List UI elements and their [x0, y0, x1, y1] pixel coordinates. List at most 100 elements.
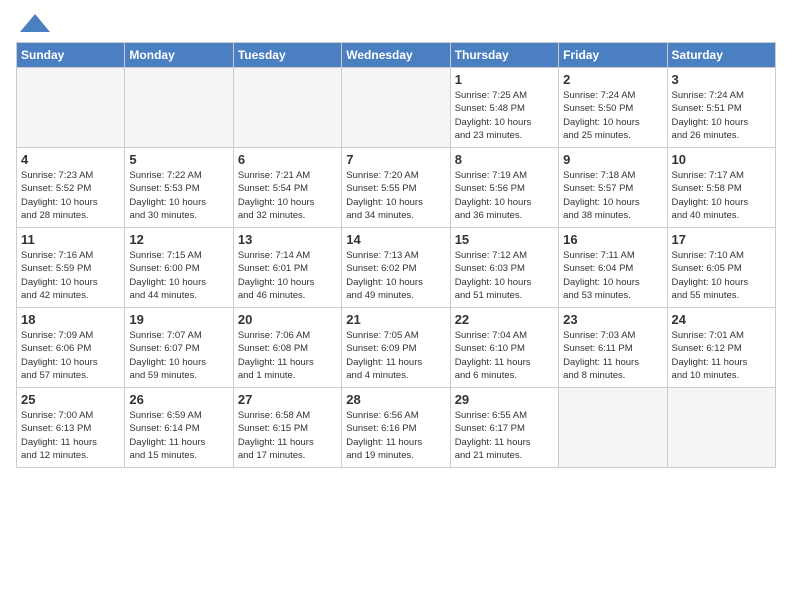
- day-number: 27: [238, 392, 337, 407]
- day-info: Sunrise: 7:06 AM Sunset: 6:08 PM Dayligh…: [238, 329, 337, 382]
- day-info: Sunrise: 6:59 AM Sunset: 6:14 PM Dayligh…: [129, 409, 228, 462]
- day-number: 17: [672, 232, 771, 247]
- calendar-header-row: SundayMondayTuesdayWednesdayThursdayFrid…: [17, 43, 776, 68]
- calendar-cell: [233, 68, 341, 148]
- calendar-cell: 19 Sunrise: 7:07 AM Sunset: 6:07 PM Dayli…: [125, 308, 233, 388]
- day-number: 28: [346, 392, 445, 407]
- day-number: 14: [346, 232, 445, 247]
- day-info: Sunrise: 7:18 AM Sunset: 5:57 PM Dayligh…: [563, 169, 662, 222]
- calendar-week-row: 18 Sunrise: 7:09 AM Sunset: 6:06 PM Dayli…: [17, 308, 776, 388]
- calendar-cell: 25 Sunrise: 7:00 AM Sunset: 6:13 PM Dayli…: [17, 388, 125, 468]
- day-number: 15: [455, 232, 554, 247]
- day-info: Sunrise: 7:19 AM Sunset: 5:56 PM Dayligh…: [455, 169, 554, 222]
- day-info: Sunrise: 6:55 AM Sunset: 6:17 PM Dayligh…: [455, 409, 554, 462]
- day-info: Sunrise: 7:00 AM Sunset: 6:13 PM Dayligh…: [21, 409, 120, 462]
- calendar-cell: 24 Sunrise: 7:01 AM Sunset: 6:12 PM Dayli…: [667, 308, 775, 388]
- calendar-cell: 2 Sunrise: 7:24 AM Sunset: 5:50 PM Daylig…: [559, 68, 667, 148]
- logo-icon: [20, 14, 50, 32]
- day-number: 16: [563, 232, 662, 247]
- header-day-thursday: Thursday: [450, 43, 558, 68]
- day-info: Sunrise: 7:05 AM Sunset: 6:09 PM Dayligh…: [346, 329, 445, 382]
- day-number: 12: [129, 232, 228, 247]
- day-number: 5: [129, 152, 228, 167]
- day-number: 21: [346, 312, 445, 327]
- day-number: 25: [21, 392, 120, 407]
- calendar-cell: 4 Sunrise: 7:23 AM Sunset: 5:52 PM Daylig…: [17, 148, 125, 228]
- day-number: 29: [455, 392, 554, 407]
- calendar-cell: 3 Sunrise: 7:24 AM Sunset: 5:51 PM Daylig…: [667, 68, 775, 148]
- calendar-cell: 1Sunrise: 7:25 AM Sunset: 5:48 PM Daylig…: [450, 68, 558, 148]
- calendar-week-row: 4 Sunrise: 7:23 AM Sunset: 5:52 PM Daylig…: [17, 148, 776, 228]
- day-number: 1: [455, 72, 554, 87]
- calendar-cell: 27 Sunrise: 6:58 AM Sunset: 6:15 PM Dayli…: [233, 388, 341, 468]
- day-info: Sunrise: 7:17 AM Sunset: 5:58 PM Dayligh…: [672, 169, 771, 222]
- day-number: 11: [21, 232, 120, 247]
- calendar-cell: 8Sunrise: 7:19 AM Sunset: 5:56 PM Daylig…: [450, 148, 558, 228]
- calendar-cell: 29 Sunrise: 6:55 AM Sunset: 6:17 PM Dayli…: [450, 388, 558, 468]
- calendar-cell: 22 Sunrise: 7:04 AM Sunset: 6:10 PM Dayli…: [450, 308, 558, 388]
- calendar-cell: 20Sunrise: 7:06 AM Sunset: 6:08 PM Dayli…: [233, 308, 341, 388]
- day-info: Sunrise: 6:56 AM Sunset: 6:16 PM Dayligh…: [346, 409, 445, 462]
- day-number: 13: [238, 232, 337, 247]
- day-number: 6: [238, 152, 337, 167]
- day-info: Sunrise: 7:04 AM Sunset: 6:10 PM Dayligh…: [455, 329, 554, 382]
- day-info: Sunrise: 7:16 AM Sunset: 5:59 PM Dayligh…: [21, 249, 120, 302]
- header-day-tuesday: Tuesday: [233, 43, 341, 68]
- calendar-cell: 12 Sunrise: 7:15 AM Sunset: 6:00 PM Dayli…: [125, 228, 233, 308]
- calendar-cell: 11 Sunrise: 7:16 AM Sunset: 5:59 PM Dayli…: [17, 228, 125, 308]
- day-number: 23: [563, 312, 662, 327]
- calendar-cell: 16Sunrise: 7:11 AM Sunset: 6:04 PM Dayli…: [559, 228, 667, 308]
- day-info: Sunrise: 7:07 AM Sunset: 6:07 PM Dayligh…: [129, 329, 228, 382]
- day-info: Sunrise: 7:15 AM Sunset: 6:00 PM Dayligh…: [129, 249, 228, 302]
- calendar-cell: 15 Sunrise: 7:12 AM Sunset: 6:03 PM Dayli…: [450, 228, 558, 308]
- calendar-week-row: 25 Sunrise: 7:00 AM Sunset: 6:13 PM Dayli…: [17, 388, 776, 468]
- calendar-week-row: 1Sunrise: 7:25 AM Sunset: 5:48 PM Daylig…: [17, 68, 776, 148]
- calendar-cell: 14 Sunrise: 7:13 AM Sunset: 6:02 PM Dayli…: [342, 228, 450, 308]
- day-number: 3: [672, 72, 771, 87]
- header-day-saturday: Saturday: [667, 43, 775, 68]
- day-info: Sunrise: 7:14 AM Sunset: 6:01 PM Dayligh…: [238, 249, 337, 302]
- calendar-cell: 9 Sunrise: 7:18 AM Sunset: 5:57 PM Daylig…: [559, 148, 667, 228]
- day-info: Sunrise: 7:03 AM Sunset: 6:11 PM Dayligh…: [563, 329, 662, 382]
- calendar-cell: [559, 388, 667, 468]
- day-number: 9: [563, 152, 662, 167]
- day-info: Sunrise: 7:24 AM Sunset: 5:50 PM Dayligh…: [563, 89, 662, 142]
- calendar-cell: 26 Sunrise: 6:59 AM Sunset: 6:14 PM Dayli…: [125, 388, 233, 468]
- day-number: 24: [672, 312, 771, 327]
- calendar-cell: 17 Sunrise: 7:10 AM Sunset: 6:05 PM Dayli…: [667, 228, 775, 308]
- calendar-cell: 7 Sunrise: 7:20 AM Sunset: 5:55 PM Daylig…: [342, 148, 450, 228]
- calendar-cell: [342, 68, 450, 148]
- day-info: Sunrise: 7:01 AM Sunset: 6:12 PM Dayligh…: [672, 329, 771, 382]
- calendar-table: SundayMondayTuesdayWednesdayThursdayFrid…: [16, 42, 776, 468]
- day-number: 7: [346, 152, 445, 167]
- day-info: Sunrise: 7:20 AM Sunset: 5:55 PM Dayligh…: [346, 169, 445, 222]
- header-day-friday: Friday: [559, 43, 667, 68]
- day-number: 18: [21, 312, 120, 327]
- calendar-cell: [667, 388, 775, 468]
- calendar-cell: [17, 68, 125, 148]
- header-day-monday: Monday: [125, 43, 233, 68]
- day-info: Sunrise: 7:10 AM Sunset: 6:05 PM Dayligh…: [672, 249, 771, 302]
- day-info: Sunrise: 7:22 AM Sunset: 5:53 PM Dayligh…: [129, 169, 228, 222]
- calendar-cell: 5 Sunrise: 7:22 AM Sunset: 5:53 PM Daylig…: [125, 148, 233, 228]
- day-info: Sunrise: 7:13 AM Sunset: 6:02 PM Dayligh…: [346, 249, 445, 302]
- day-info: Sunrise: 7:09 AM Sunset: 6:06 PM Dayligh…: [21, 329, 120, 382]
- day-info: Sunrise: 7:23 AM Sunset: 5:52 PM Dayligh…: [21, 169, 120, 222]
- day-number: 4: [21, 152, 120, 167]
- calendar-cell: 28 Sunrise: 6:56 AM Sunset: 6:16 PM Dayli…: [342, 388, 450, 468]
- day-number: 2: [563, 72, 662, 87]
- day-info: Sunrise: 7:12 AM Sunset: 6:03 PM Dayligh…: [455, 249, 554, 302]
- calendar-cell: 23 Sunrise: 7:03 AM Sunset: 6:11 PM Dayli…: [559, 308, 667, 388]
- day-info: Sunrise: 7:24 AM Sunset: 5:51 PM Dayligh…: [672, 89, 771, 142]
- day-number: 19: [129, 312, 228, 327]
- day-number: 22: [455, 312, 554, 327]
- calendar-cell: [125, 68, 233, 148]
- day-number: 26: [129, 392, 228, 407]
- day-info: Sunrise: 6:58 AM Sunset: 6:15 PM Dayligh…: [238, 409, 337, 462]
- calendar-cell: 18 Sunrise: 7:09 AM Sunset: 6:06 PM Dayli…: [17, 308, 125, 388]
- day-info: Sunrise: 7:21 AM Sunset: 5:54 PM Dayligh…: [238, 169, 337, 222]
- calendar-cell: 21 Sunrise: 7:05 AM Sunset: 6:09 PM Dayli…: [342, 308, 450, 388]
- calendar-cell: 10Sunrise: 7:17 AM Sunset: 5:58 PM Dayli…: [667, 148, 775, 228]
- calendar-week-row: 11 Sunrise: 7:16 AM Sunset: 5:59 PM Dayli…: [17, 228, 776, 308]
- calendar-cell: 6 Sunrise: 7:21 AM Sunset: 5:54 PM Daylig…: [233, 148, 341, 228]
